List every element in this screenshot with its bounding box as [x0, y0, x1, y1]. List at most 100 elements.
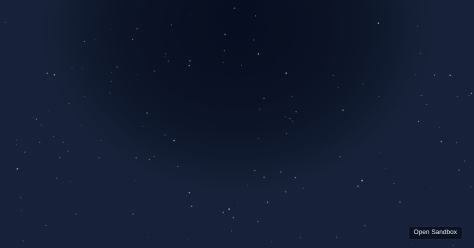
star [414, 74, 416, 76]
star [438, 127, 440, 129]
star [188, 191, 191, 194]
star [237, 202, 238, 204]
star [470, 92, 473, 95]
star [223, 50, 225, 52]
star [100, 140, 102, 141]
star [142, 125, 143, 127]
star [189, 60, 191, 62]
star [153, 70, 156, 72]
star [84, 95, 86, 97]
star [253, 170, 255, 172]
star [45, 224, 47, 227]
star [419, 52, 422, 55]
star [56, 177, 58, 180]
star [254, 15, 257, 17]
star [153, 156, 155, 157]
star [286, 133, 288, 135]
star [430, 187, 431, 188]
star [48, 207, 49, 209]
star [32, 117, 34, 119]
star [110, 80, 112, 82]
dark-vignette [40, 0, 434, 190]
star [412, 243, 413, 245]
star [132, 39, 134, 41]
open-sandbox-button[interactable]: Open Sandbox [407, 226, 463, 240]
star [452, 244, 454, 246]
star [15, 139, 17, 141]
star [257, 220, 259, 223]
star [247, 184, 248, 186]
star [417, 25, 419, 27]
star [392, 182, 395, 185]
star [24, 151, 26, 153]
star [39, 141, 41, 143]
star [357, 185, 359, 187]
star [426, 103, 428, 105]
star [231, 230, 233, 232]
star [22, 240, 24, 242]
star [440, 140, 442, 143]
star [384, 168, 386, 170]
star [98, 157, 100, 159]
star [335, 236, 338, 238]
star [284, 190, 287, 193]
star [337, 86, 339, 88]
star [75, 213, 77, 215]
starfield-canvas: Open Sandbox [0, 0, 474, 248]
star [342, 109, 344, 111]
star [146, 112, 148, 114]
star [303, 187, 305, 189]
star [232, 216, 235, 219]
star [258, 108, 261, 110]
star [339, 156, 341, 158]
star [468, 95, 470, 97]
star [80, 124, 82, 126]
star [110, 28, 111, 30]
star [16, 167, 19, 170]
star [378, 151, 380, 153]
star [254, 169, 256, 172]
star [48, 111, 50, 112]
star [116, 66, 118, 68]
star [53, 74, 56, 76]
star [222, 61, 224, 63]
star [165, 53, 167, 55]
star [147, 237, 149, 239]
star [136, 74, 138, 75]
star [59, 156, 61, 158]
star [67, 150, 69, 152]
star [266, 201, 269, 203]
star [295, 111, 297, 113]
star [417, 120, 420, 122]
star [132, 213, 134, 215]
star [263, 97, 265, 100]
star [173, 139, 175, 142]
star [449, 74, 451, 77]
star [170, 24, 172, 26]
star [240, 64, 243, 66]
star [252, 39, 255, 41]
star [177, 165, 179, 167]
star [187, 239, 189, 241]
star [377, 22, 380, 24]
star [53, 135, 55, 138]
star [136, 28, 138, 30]
star [470, 186, 472, 188]
star [277, 60, 279, 62]
star [148, 158, 151, 161]
star [361, 179, 363, 182]
star [421, 94, 423, 96]
star [69, 180, 71, 182]
star [398, 110, 400, 111]
star [258, 138, 259, 139]
star [285, 72, 287, 74]
starfield [4, 7, 473, 246]
star [456, 95, 459, 98]
star [458, 169, 460, 171]
star [109, 92, 111, 94]
star [83, 40, 85, 42]
star [134, 180, 136, 182]
star [222, 211, 225, 214]
star [364, 224, 366, 227]
star [270, 241, 272, 243]
